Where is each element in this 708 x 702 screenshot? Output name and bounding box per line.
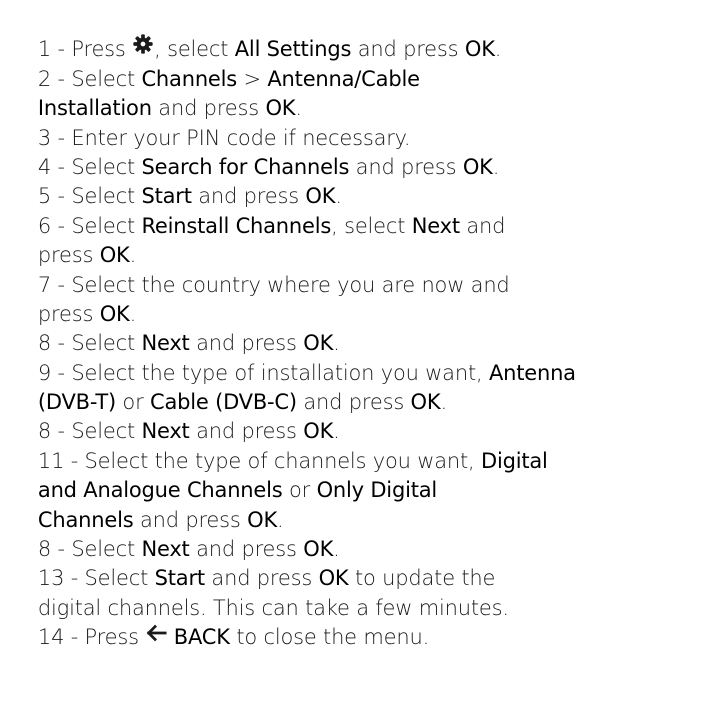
ui-term: Next [411,213,460,238]
ok-key: OK [303,419,334,444]
step-text: . [440,390,447,415]
ok-key: OK [462,154,493,179]
step-text: or [282,478,317,503]
ok-key: OK [410,390,441,415]
step-text: . [129,243,137,268]
step-text: and [459,213,506,238]
ui-term: and Analogue Channels [37,478,283,503]
step-1-line: 1 - Press , select All Settings and pres… [12,6,702,62]
step-text: and press [191,184,306,209]
back-key: BACK [173,625,230,650]
step-text: press [37,301,100,326]
ui-term: Start [154,566,206,591]
step-number-text: 1 - Press [37,37,133,62]
step-text: and press [349,154,463,179]
instructions-document: 1 - Press , select All Settings and pres… [12,6,702,649]
step-text: > [237,66,268,91]
step-text: and press [151,96,266,121]
ui-term: Cable (DVB-C) [150,390,297,415]
step-text: and press [189,331,304,356]
ui-term: Only Digital [316,478,438,503]
step-text: 3 - Enter your PIN code if necessary. [37,125,411,150]
ok-key: OK [303,537,334,562]
step-text: and press [351,37,465,62]
ui-term: (DVB-T) [37,390,116,415]
step-number-text: 14 - Press [37,625,146,650]
step-number-text: 13 - Select [37,566,155,591]
ui-term: Antenna [488,360,576,385]
step-text: . [335,184,342,209]
ok-key: OK [303,331,334,356]
step-number-text: 6 - Select [37,213,142,238]
ui-term: Next [141,537,190,562]
step-text: and press [189,419,304,444]
ok-key: OK [99,243,130,268]
step-text: . [492,154,500,179]
step-text: . [129,301,137,326]
step-text: or [115,390,150,415]
step-text: and press [133,507,248,532]
ok-key: OK [305,184,336,209]
ui-term: Next [141,419,190,444]
ui-term: Reinstall Channels [141,213,332,238]
step-text: . [333,419,340,444]
step-text: and press [189,537,304,562]
ok-key: OK [99,301,130,326]
step-text: to update the [348,566,496,591]
ok-key: OK [464,37,495,62]
step-text: . [333,537,340,562]
step-number-text: 5 - Select [37,184,142,209]
step-text: and press [296,390,411,415]
back-arrow-icon [145,622,167,651]
step-text: 9 - Select the type of installation you … [37,360,489,385]
step-text: to close the menu. [229,625,430,650]
step-text: . [494,37,502,62]
ui-term: Next [141,331,190,356]
ok-key: OK [318,566,349,591]
ui-term: Antenna/Cable [267,66,420,91]
ui-term: Installation [37,96,152,121]
step-number-text: 8 - Select [37,331,142,356]
ui-term: Digital [480,448,548,473]
step-text: 11 - Select the type of channels you wan… [37,448,481,473]
ui-term: Search for Channels [141,154,350,179]
step-text: and press [204,566,319,591]
step-text: , select [331,213,412,238]
step-text: . [333,331,340,356]
gear-icon [132,33,154,63]
step-number-text: 2 - Select [37,66,142,91]
step-text: digital channels. This can take a few mi… [37,595,509,620]
step-text: , select [154,37,235,62]
step-text: . [277,507,284,532]
ui-term: Channels [141,66,238,91]
step-text: press [37,243,100,268]
step-number-text: 8 - Select [37,537,142,562]
ok-key: OK [265,96,296,121]
step-text: . [295,96,302,121]
ui-term: All Settings [234,37,352,62]
step-text: 7 - Select the country where you are now… [37,272,510,297]
ui-term: Channels [37,507,134,532]
step-number-text: 8 - Select [37,419,142,444]
ui-term: Start [141,184,192,209]
step-number-text: 4 - Select [37,154,142,179]
ok-key: OK [247,507,278,532]
